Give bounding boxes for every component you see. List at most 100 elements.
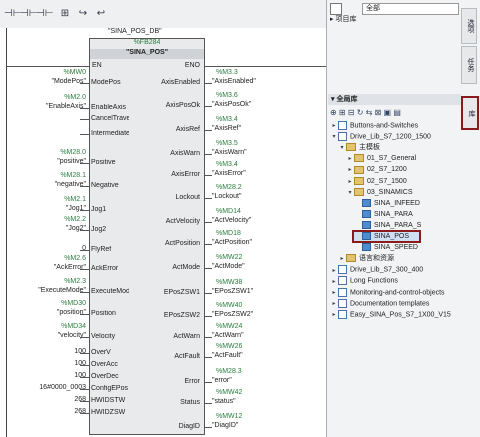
input-pin-label: Jog2 [91, 226, 107, 233]
library-tree-label: 02_S7_1500 [367, 177, 407, 185]
filter-select[interactable]: 全部 [362, 3, 459, 15]
output-pin-label: ActFault [174, 353, 200, 360]
expand-icon[interactable]: ▸ [330, 278, 338, 287]
library-tree-item[interactable]: ▾ 03_SINAMICS [346, 187, 413, 198]
output-tag: "ActPosition" [212, 239, 252, 246]
library-tree-item[interactable]: ▸ 02_S7_1500 [346, 176, 407, 187]
library-tree-item[interactable]: SINA_SPEED [354, 243, 418, 252]
input-pin-label: OverDec [91, 373, 119, 380]
input-tag: "negative" [54, 181, 86, 188]
output-address: %M3.3 [216, 69, 238, 76]
input-tag: "Jog1" [65, 205, 86, 212]
expand-icon[interactable]: ▸ [338, 255, 346, 264]
expand-icon[interactable]: ▸ [330, 311, 338, 320]
library-tree-label: Buttons-and-Switches [350, 122, 419, 130]
global-library-header[interactable]: ▾ 全局库 [328, 94, 461, 105]
tab-libraries[interactable]: 库 [461, 96, 479, 130]
library-tree-item[interactable]: ▸ Monitoring-and-control-objects [330, 287, 445, 298]
input-pin-label: FlyRef [91, 246, 112, 253]
function-block-icon [362, 198, 371, 207]
library-tree-item[interactable]: ▸ 语言和资源 [338, 254, 394, 263]
expand-icon[interactable]: ▸ [346, 178, 354, 187]
expand-icon[interactable]: ▸ [330, 267, 338, 276]
input-tag: 100 [74, 348, 86, 355]
library-tree-item[interactable]: ▸ Easy_SINA_Pos_S7_1X00_V15 [330, 309, 451, 320]
library-tree-item[interactable]: ▸ Buttons-and-Switches [330, 121, 418, 130]
input-address: %M2.6 [64, 255, 86, 262]
block-instance: %FB284 [133, 39, 161, 46]
output-address: %MW22 [216, 254, 243, 261]
function-box-icon[interactable]: ⊞ [58, 7, 72, 20]
jump-icon[interactable]: ↪ [76, 7, 90, 20]
library-icon [338, 276, 347, 286]
input-tag: 268 [74, 396, 86, 403]
block-name: "SINA_POS" [125, 49, 169, 56]
global-library-toolbar[interactable]: ⊕ ⊞ ⊟ ↻ ⇆ ⊠ ▣ ▤ [330, 108, 452, 117]
input-pin-label: AckError [91, 265, 119, 272]
library-tree-item[interactable]: SINA_POS [351, 230, 422, 243]
library-icon [338, 309, 347, 319]
input-pin-label: Velocity [91, 333, 116, 340]
output-tag: "ActVelocity" [212, 217, 252, 224]
library-icon [338, 265, 347, 275]
expand-icon[interactable]: ▸ [346, 166, 354, 175]
output-tag: "DiagID" [212, 422, 239, 429]
project-library-header[interactable]: ▸ 项目库 [330, 15, 356, 24]
input-pin-label: IntermediateStop [91, 130, 129, 137]
library-icon [338, 287, 347, 297]
library-tree-label: 02_S7_1200 [367, 166, 407, 174]
input-pin-label: ExecuteMode [91, 288, 129, 295]
folder-icon [354, 176, 364, 185]
left-power-rail [6, 28, 7, 437]
input-pin-label: Positive [91, 159, 116, 166]
library-tree-item[interactable]: SINA_PARA_S [354, 221, 421, 230]
collapse-icon[interactable]: ▾ [338, 144, 346, 153]
instance-db-label: "SINA_POS_DB" [108, 28, 162, 35]
output-tag: "EPosZSW1" [212, 288, 254, 295]
output-tag: "AxisPosOk" [212, 101, 252, 108]
expand-icon[interactable]: ▸ [330, 300, 338, 309]
output-pin-label: EPosZSW1 [163, 289, 200, 296]
output-pin-label: EPosZSW2 [163, 312, 200, 319]
library-tree-item[interactable]: ▸ Drive_Lib_S7_300_400 [330, 265, 423, 276]
input-pin-label: HWIDZSW [91, 409, 126, 416]
output-address: %MW26 [216, 343, 243, 350]
rung-open-icon[interactable]: ⊣⊢ [4, 7, 21, 20]
library-tree-item[interactable]: SINA_INFEED [354, 198, 420, 208]
input-pin-label: CancelTraversing [91, 115, 129, 122]
input-address: %M2.1 [64, 196, 86, 203]
input-tag: 268 [74, 408, 86, 415]
library-tree-item[interactable]: ▸ 02_S7_1200 [346, 165, 407, 174]
output-tag: "ActFault" [212, 352, 243, 359]
output-address: %M28.2 [216, 184, 242, 191]
library-tree-item[interactable]: ▸ Documentation templates [330, 298, 429, 309]
library-tree-item[interactable]: SINA_PARA [354, 209, 413, 219]
output-pin-label: ActPosition [164, 240, 200, 247]
library-tree-item[interactable]: ▸ 01_S7_General [346, 154, 416, 163]
library-tree-label: 03_SINAMICS [367, 188, 413, 196]
expand-icon[interactable]: ▸ [346, 155, 354, 164]
eno-pin: ENO [184, 62, 200, 69]
tab-tasks[interactable]: 任务 [461, 46, 477, 84]
rung-close-icon[interactable]: ⊣⊢ [20, 7, 37, 20]
input-tag: "AckError" [53, 264, 86, 271]
filter-checkbox[interactable] [330, 3, 342, 15]
return-icon[interactable]: ↩ [94, 7, 108, 20]
input-address: %M2.0 [64, 94, 86, 101]
library-tree-item[interactable]: ▾ Drive_Lib_S7_1200_1500 [330, 132, 431, 142]
function-block-icon [362, 232, 371, 241]
collapse-icon[interactable]: ▾ [346, 189, 354, 198]
input-address: %MD30 [61, 300, 86, 307]
library-tree-item[interactable]: ▾ 主模板 [338, 143, 380, 152]
input-tag: "positive" [57, 158, 86, 165]
output-address: %MD18 [216, 230, 241, 237]
output-address: %MW12 [216, 413, 243, 420]
input-address: %MD34 [61, 323, 86, 330]
output-tag: "status" [212, 398, 236, 405]
expand-icon[interactable]: ▸ [330, 122, 338, 131]
collapse-icon[interactable]: ▾ [330, 133, 338, 142]
expand-icon[interactable]: ▸ [330, 289, 338, 298]
rung-contact-icon[interactable]: ⊣⊢ [36, 7, 53, 20]
library-tree-item[interactable]: ▸ Long Functions [330, 276, 398, 287]
tab-options[interactable]: 选项 [461, 8, 477, 44]
